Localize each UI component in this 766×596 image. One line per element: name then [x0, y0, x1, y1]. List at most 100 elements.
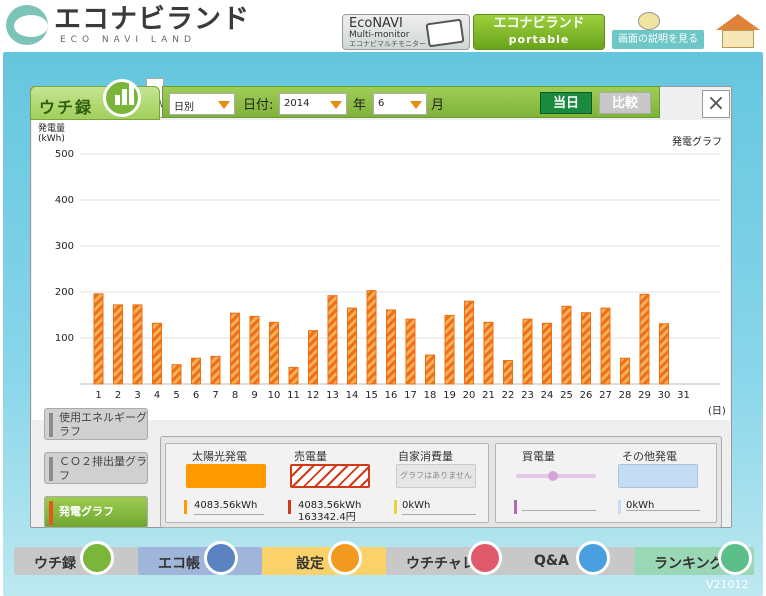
- x-tick-label: 4: [154, 390, 160, 401]
- econavi-multimonitor-button[interactable]: EcoNAVI Multi-monitor エコナビマルチモニター: [342, 14, 470, 50]
- x-tick-label: 10: [268, 390, 281, 401]
- period-value: 日別: [174, 102, 194, 113]
- bar-day-8: [230, 312, 240, 385]
- sidebar-item-generation-graph[interactable]: 発電グラフ: [44, 496, 148, 528]
- bar-day-2: [113, 304, 123, 385]
- nav-uchiroku[interactable]: ウチ録: [14, 541, 138, 575]
- help-button[interactable]: 画面の説明を見る: [612, 30, 704, 49]
- compare-button[interactable]: 比較: [599, 92, 651, 114]
- year-select[interactable]: 2014: [279, 93, 347, 115]
- nav-label: ウチ録: [34, 556, 76, 572]
- nav-ranking[interactable]: ランキング: [634, 541, 754, 575]
- x-tick-label: 7: [212, 390, 218, 401]
- y-tick-label: 400: [55, 195, 74, 206]
- legend-self-value: 0kWh: [402, 500, 431, 511]
- month-select[interactable]: 6: [373, 93, 427, 115]
- bar-chart: 1002003004005001 2 3 4 5 6 7 8 9 10 11 12 13 14 15 16 17…: [55, 149, 726, 417]
- legend-sold-marker: [288, 500, 291, 514]
- bar-day-16: [386, 309, 396, 385]
- x-tick-label: 25: [560, 390, 573, 401]
- month-label: 月: [431, 98, 445, 113]
- chart-area: 発電量 (kWh) 発電グラフ 100 200 300 400 500 1 2 3 4 5 6 7 8 9…: [32, 120, 730, 420]
- x-tick-label: 19: [443, 390, 456, 401]
- legend-bought-marker: [514, 500, 517, 514]
- portable-line2: portable: [508, 33, 570, 46]
- x-tick-label: 1: [95, 390, 101, 401]
- sidebar-item-label: ＣＯ２排出量グラフ: [59, 455, 147, 482]
- home-icon[interactable]: [714, 14, 760, 48]
- nav-label: ウチチャレ: [406, 556, 476, 572]
- x-tick-label: 15: [365, 390, 378, 401]
- logo-subtitle: ECO NAVI LAND: [60, 35, 196, 45]
- month-value: 6: [378, 98, 385, 109]
- bar-day-15: [366, 290, 377, 385]
- bar-day-9: [249, 315, 260, 385]
- y-tick-label: 100: [55, 333, 74, 344]
- legend-sold-swatch: [290, 464, 370, 488]
- tab-uchiroku[interactable]: ウチ録: [30, 79, 160, 120]
- x-tick-label: 29: [638, 390, 651, 401]
- nav-uchichare[interactable]: ウチチャレ: [386, 541, 510, 575]
- bar-chart-icon: [103, 79, 141, 117]
- app-header: エコナビランド ECO NAVI LAND EcoNAVI Multi-moni…: [0, 0, 766, 52]
- chevron-down-icon: [218, 101, 230, 109]
- date-label: 日付:: [243, 98, 274, 113]
- legend-solar-swatch: [186, 464, 266, 488]
- legend-other-marker: [618, 500, 621, 514]
- legend-solar-title: 太陽光発電: [192, 450, 247, 463]
- bar-day-4: [152, 322, 162, 385]
- year-label: 年: [353, 98, 367, 113]
- legend-group-1: 太陽光発電 4083.56kWh 売電量 4083.56kWh 163342.4…: [165, 443, 489, 523]
- x-tick-label: 21: [482, 390, 495, 401]
- bar-day-30: [659, 323, 669, 385]
- today-button[interactable]: 当日: [540, 92, 592, 114]
- close-button[interactable]: ×: [702, 90, 730, 118]
- sidebar-item-label: 発電グラフ: [59, 505, 114, 518]
- bar-day-19: [444, 314, 455, 385]
- nav-label: ランキング: [654, 556, 724, 572]
- legend-sold-value: 4083.56kWh: [298, 500, 362, 511]
- bar-day-14: [347, 307, 357, 385]
- nav-ecocho[interactable]: エコ帳: [138, 541, 262, 575]
- bar-day-20: [464, 300, 474, 385]
- legend-sold-title: 売電量: [294, 450, 327, 463]
- x-tick-label: 31: [677, 390, 690, 401]
- app-logo: エコナビランド ECO NAVI LAND: [6, 5, 250, 45]
- nav-label: 設定: [296, 556, 324, 572]
- bar-day-13: [327, 295, 338, 385]
- x-tick-label: 16: [385, 390, 398, 401]
- legend-group-2: 買電量 その他発電 0kWh: [495, 443, 717, 523]
- x-tick-label: 8: [232, 390, 238, 401]
- bar-chart-icon: [80, 541, 114, 575]
- nav-qa[interactable]: Q&A: [510, 541, 634, 575]
- x-tick-label: 13: [326, 390, 339, 401]
- x-tick-label: 17: [404, 390, 417, 401]
- bar-day-11: [288, 366, 299, 385]
- help-character-icon: [638, 12, 660, 30]
- nav-settings[interactable]: 設定: [262, 541, 386, 575]
- legend-bought-knob: [548, 471, 558, 481]
- wrench-icon: [328, 541, 362, 575]
- x-tick-label: 20: [463, 390, 476, 401]
- x-tick-label: 28: [619, 390, 632, 401]
- legend-other-title: その他発電: [622, 450, 677, 463]
- legend-bought-title: 買電量: [522, 450, 555, 463]
- portable-button[interactable]: エコナビランド portable: [473, 14, 605, 50]
- legend-panel: 太陽光発電 4083.56kWh 売電量 4083.56kWh 163342.4…: [160, 436, 722, 528]
- bar-day-28: [620, 357, 630, 385]
- bar-day-25: [561, 305, 572, 385]
- nav-label: エコ帳: [158, 556, 200, 572]
- sidebar-item-co2-graph[interactable]: ＣＯ２排出量グラフ: [44, 452, 148, 484]
- year-value: 2014: [284, 98, 310, 109]
- bar-day-22: [503, 360, 513, 385]
- x-tick-label: 6: [193, 390, 199, 401]
- sidebar-item-energy-graph[interactable]: 使用エネルギーグラフ: [44, 408, 148, 440]
- chevron-down-icon: [330, 101, 342, 109]
- x-tick-label: 9: [251, 390, 257, 401]
- y-tick-label: 500: [55, 149, 74, 160]
- period-select[interactable]: 日別: [169, 93, 235, 115]
- x-tick-label: 30: [658, 390, 671, 401]
- bar-day-3: [132, 304, 143, 385]
- x-tick-label: 5: [173, 390, 179, 401]
- crown-icon: [718, 541, 752, 575]
